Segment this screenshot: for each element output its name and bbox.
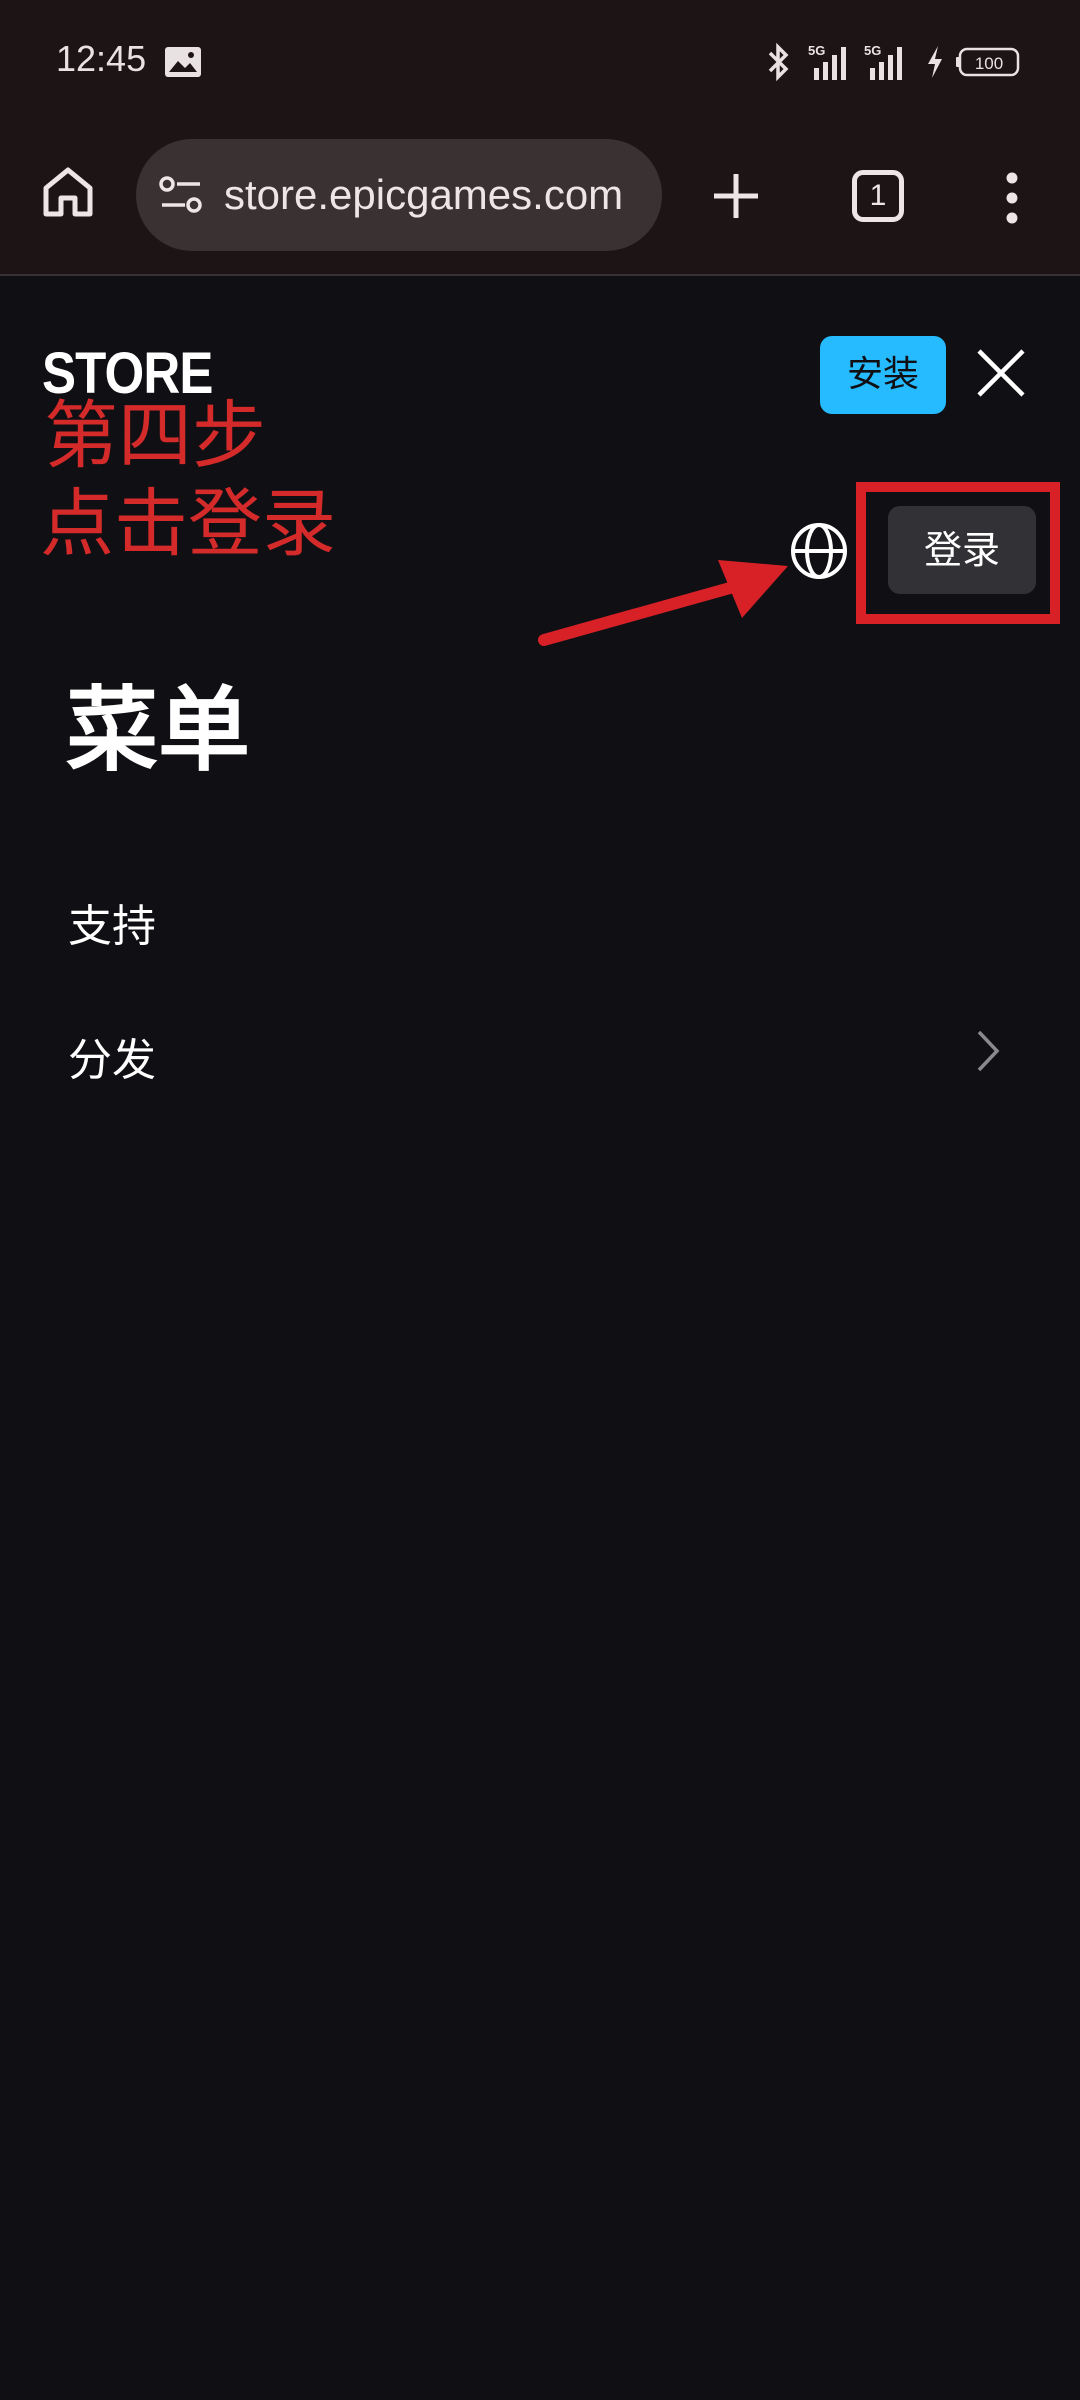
annotation-highlight-box [856, 482, 1060, 624]
close-icon[interactable] [974, 346, 1028, 400]
new-tab-icon[interactable] [708, 168, 764, 224]
annotation-arrow [538, 560, 788, 646]
svg-text:5G: 5G [864, 43, 881, 58]
menu-title: 菜单 [66, 677, 251, 784]
home-icon[interactable] [38, 162, 98, 222]
svg-text:5G: 5G [808, 43, 825, 58]
site-settings-icon[interactable] [158, 173, 204, 217]
image-icon [164, 46, 202, 78]
browser-toolbar: store.epicgames.com 1 [0, 126, 1080, 276]
more-options-icon[interactable] [994, 166, 1030, 230]
battery-level: 100 [975, 54, 1003, 73]
status-bar: 12:45 5G 5G 100 [0, 0, 1080, 126]
install-button[interactable]: 安装 [820, 336, 946, 414]
url-text: store.epicgames.com [224, 171, 624, 218]
menu-item-distribution[interactable]: 分发 [0, 996, 1080, 1106]
chevron-right-icon [970, 1026, 1006, 1076]
menu-item-label: 支持 [68, 901, 156, 952]
menu-item-support[interactable]: 支持 [0, 862, 1080, 972]
annotation-step: 第四步 [44, 393, 266, 479]
address-bar[interactable]: store.epicgames.com [136, 139, 662, 251]
status-icons: 5G 5G 100 [764, 42, 1024, 84]
status-time: 12:45 [56, 38, 147, 79]
tutorial-annotation: 第四步 点击登录 [40, 392, 336, 568]
tab-switcher-button[interactable]: 1 [852, 170, 904, 222]
annotation-instruction: 点击登录 [40, 481, 336, 567]
menu-item-label: 分发 [68, 1035, 156, 1086]
